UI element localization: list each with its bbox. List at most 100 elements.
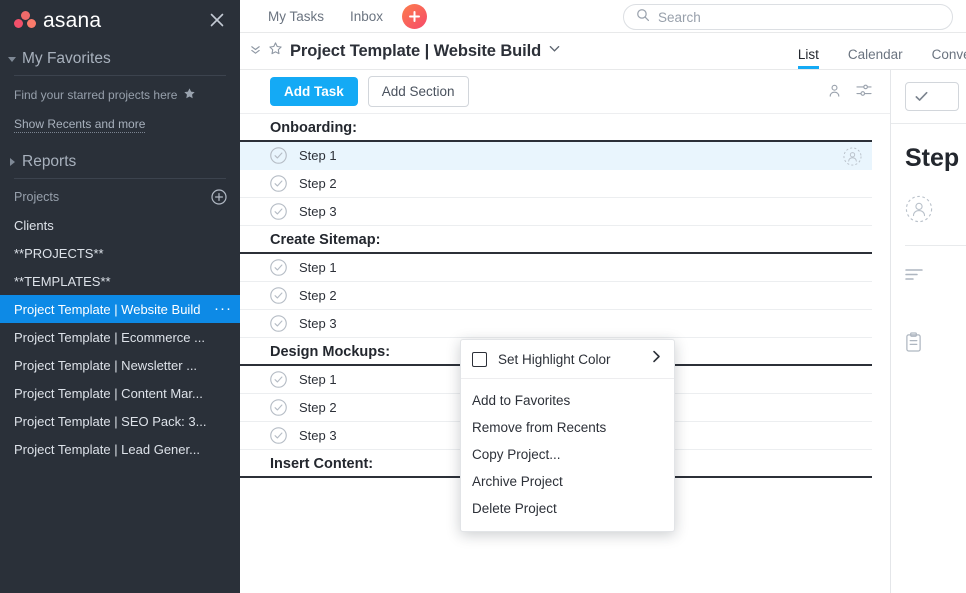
- close-icon[interactable]: [206, 9, 228, 31]
- sidebar-project-item[interactable]: Project Template | SEO Pack: 3...: [0, 407, 240, 435]
- description-lines-icon[interactable]: [905, 268, 966, 282]
- show-recents-link[interactable]: Show Recents and more: [14, 117, 145, 133]
- star-outline-icon[interactable]: [268, 41, 283, 61]
- task-complete-check-icon[interactable]: [270, 259, 287, 276]
- tab-calendar[interactable]: Calendar: [848, 47, 903, 69]
- add-section-button[interactable]: Add Section: [368, 76, 469, 107]
- search-input[interactable]: [658, 10, 940, 25]
- person-icon[interactable]: [827, 83, 842, 103]
- task-complete-check-icon[interactable]: [270, 399, 287, 416]
- sidebar-project-list: Clients **PROJECTS** **TEMPLATES** Project …: [0, 211, 240, 463]
- task-row[interactable]: Step 3: [240, 198, 872, 226]
- sidebar-project-item[interactable]: Project Template | Lead Gener...: [0, 435, 240, 463]
- sidebar-project-item[interactable]: Project Template | Newsletter ...: [0, 351, 240, 379]
- sidebar-section-reports[interactable]: Reports: [0, 133, 240, 174]
- task-complete-check-icon[interactable]: [270, 287, 287, 304]
- task-name: Step 3: [299, 204, 337, 219]
- check-icon: [913, 88, 930, 105]
- detail-task-title: Step 1: [905, 144, 966, 173]
- chevron-down-icon[interactable]: [548, 42, 561, 60]
- clipboard-icon[interactable]: [905, 332, 966, 352]
- assignee-placeholder-icon[interactable]: [905, 195, 933, 223]
- sidebar: asana My Favorites Find your starred pro…: [0, 0, 240, 593]
- context-menu-item-label: Set Highlight Color: [498, 352, 640, 367]
- task-name: Step 1: [299, 260, 337, 275]
- task-row[interactable]: Step 3: [240, 310, 872, 338]
- asana-logo-text: asana: [43, 10, 101, 31]
- page-title: Project Template | Website Build: [290, 42, 541, 61]
- context-menu-items: Add to FavoritesRemove from RecentsCopy …: [461, 379, 674, 531]
- context-menu-item-archive-project[interactable]: Archive Project: [461, 468, 674, 495]
- detail-divider: [891, 123, 966, 124]
- task-name: Step 3: [299, 316, 337, 331]
- tab-conversations[interactable]: Conversations: [932, 47, 966, 69]
- top-navigation-bar: My Tasks Inbox: [240, 0, 966, 33]
- sidebar-section-label: Reports: [22, 153, 76, 171]
- favorites-hint: Find your starred projects here: [0, 76, 240, 103]
- chevron-right-icon: [6, 156, 18, 168]
- project-header-bar: Project Template | Website Build List Cal…: [240, 33, 966, 70]
- sidebar-project-label: Clients: [14, 218, 54, 233]
- quick-add-button[interactable]: [402, 4, 427, 29]
- task-row[interactable]: Step 2: [240, 170, 872, 198]
- task-detail-pane: Step 1: [890, 70, 966, 593]
- context-menu-item-set-highlight-color[interactable]: Set Highlight Color: [461, 340, 674, 379]
- sidebar-project-item[interactable]: Clients: [0, 211, 240, 239]
- task-name: Step 2: [299, 400, 337, 415]
- checkbox-empty-icon[interactable]: [472, 352, 487, 367]
- task-complete-check-icon[interactable]: [270, 371, 287, 388]
- task-section-header[interactable]: Create Sitemap:: [240, 226, 872, 254]
- assignee-placeholder-icon[interactable]: [843, 147, 862, 166]
- tab-list[interactable]: List: [798, 47, 819, 69]
- search-bar[interactable]: [623, 4, 953, 30]
- sidebar-project-item[interactable]: **TEMPLATES**: [0, 267, 240, 295]
- add-task-button[interactable]: Add Task: [270, 77, 358, 106]
- context-menu-item-delete-project[interactable]: Delete Project: [461, 495, 674, 522]
- task-name: Step 2: [299, 176, 337, 191]
- project-more-options-button[interactable]: ···: [208, 304, 232, 314]
- context-menu-item-add-to-favorites[interactable]: Add to Favorites: [461, 387, 674, 414]
- task-name: Step 2: [299, 288, 337, 303]
- sidebar-project-label: Project Template | Newsletter ...: [14, 358, 197, 373]
- mark-complete-button[interactable]: [905, 82, 959, 111]
- star-filled-icon: [183, 87, 196, 103]
- sidebar-project-label: Project Template | Ecommerce ...: [14, 330, 205, 345]
- sidebar-header: asana: [0, 0, 240, 40]
- global-nav: My Tasks Inbox: [240, 9, 383, 24]
- sliders-icon[interactable]: [856, 83, 872, 103]
- chevron-down-icon: [6, 53, 18, 65]
- asana-logo-dots-icon: [14, 11, 36, 29]
- sidebar-project-item[interactable]: Project Template | Ecommerce ...: [0, 323, 240, 351]
- sidebar-project-item[interactable]: Project Template | Content Mar...: [0, 379, 240, 407]
- sidebar-section-label: My Favorites: [22, 50, 111, 68]
- asana-logo[interactable]: asana: [14, 10, 101, 31]
- task-complete-check-icon[interactable]: [270, 147, 287, 164]
- task-name: Step 3: [299, 428, 337, 443]
- sidebar-project-item[interactable]: **PROJECTS**: [0, 239, 240, 267]
- task-complete-check-icon[interactable]: [270, 427, 287, 444]
- task-row[interactable]: Step 1: [240, 254, 872, 282]
- sidebar-section-my-favorites[interactable]: My Favorites: [0, 40, 240, 71]
- task-row[interactable]: Step 2: [240, 282, 872, 310]
- sidebar-project-item[interactable]: Project Template | Website Build···: [0, 295, 240, 323]
- task-complete-check-icon[interactable]: [270, 203, 287, 220]
- sidebar-project-label: Project Template | Content Mar...: [14, 386, 203, 401]
- global-nav-item-inbox[interactable]: Inbox: [350, 9, 383, 24]
- sidebar-projects-label: Projects: [14, 190, 59, 204]
- global-nav-item-my-tasks[interactable]: My Tasks: [268, 9, 324, 24]
- plus-circle-icon[interactable]: [211, 189, 227, 205]
- detail-divider: [905, 245, 966, 246]
- task-complete-check-icon[interactable]: [270, 315, 287, 332]
- list-toolbar: Add Task Add Section: [240, 70, 890, 114]
- task-complete-check-icon[interactable]: [270, 175, 287, 192]
- task-name: Step 1: [299, 148, 337, 163]
- sidebar-project-label: **PROJECTS**: [14, 246, 104, 261]
- task-section-header[interactable]: Onboarding:: [240, 114, 872, 142]
- context-menu-item-remove-from-recents[interactable]: Remove from Recents: [461, 414, 674, 441]
- task-row[interactable]: Step 1: [240, 142, 872, 170]
- chevron-right-icon: [651, 350, 662, 368]
- sidebar-project-label: **TEMPLATES**: [14, 274, 111, 289]
- double-chevron-down-icon[interactable]: [250, 42, 261, 60]
- context-menu-item-copy-project[interactable]: Copy Project...: [461, 441, 674, 468]
- search-icon: [636, 8, 650, 27]
